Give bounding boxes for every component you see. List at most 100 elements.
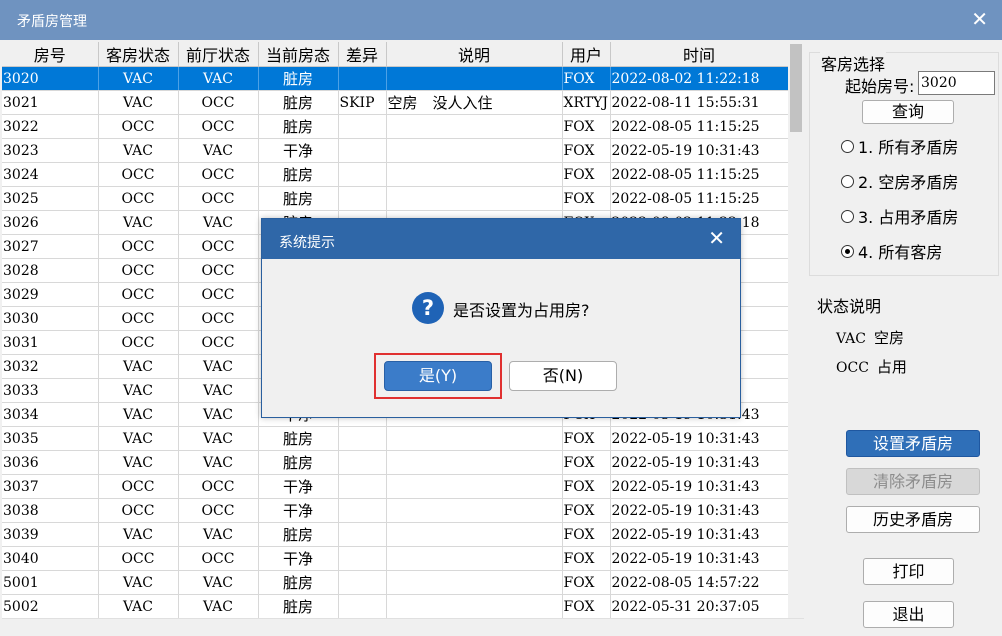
- col-header-user[interactable]: 用户: [562, 42, 611, 67]
- radio-vacant-conflict[interactable]: 2. 空房矛盾房: [841, 169, 958, 193]
- print-button[interactable]: 打印: [863, 558, 954, 585]
- exit-button[interactable]: 退出: [863, 601, 954, 628]
- cell-current-status: 干净: [258, 474, 339, 499]
- table-row[interactable]: 5002 VAC VAC 脏房 FOX 2022-05-31 20:37:05: [2, 594, 788, 618]
- question-icon: ?: [412, 292, 444, 324]
- cell-time: 2022-08-05 11:15:25: [610, 114, 788, 139]
- cell-housekeeping-status: OCC: [98, 498, 179, 523]
- cell-note: [386, 522, 563, 547]
- cell-room: 3035: [2, 426, 99, 451]
- cell-room: 3030: [2, 306, 99, 331]
- table-row[interactable]: 3022 OCC OCC 脏房 FOX 2022-08-05 11:15:25: [2, 114, 788, 139]
- col-header-time[interactable]: 时间: [610, 42, 788, 67]
- cell-room: 3022: [2, 114, 99, 139]
- col-header-current-status[interactable]: 当前房态: [258, 42, 339, 67]
- col-header-housekeeping-status[interactable]: 客房状态: [98, 42, 179, 67]
- cell-frontdesk-status: OCC: [178, 306, 259, 331]
- table-row[interactable]: 3020 VAC VAC 脏房 FOX 2022-08-02 11:22:18: [2, 66, 788, 91]
- radio-dot: [841, 139, 854, 153]
- radio-label: 2. 空房矛盾房: [858, 173, 959, 192]
- cell-frontdesk-status: VAC: [178, 66, 259, 91]
- confirm-dialog: 系统提示 ✕ ? 是否设置为占用房? 是(Y) 否(N): [261, 218, 741, 418]
- status-legend-occ: OCC 占用: [836, 358, 907, 376]
- cell-room: 3025: [2, 186, 99, 211]
- radio-all-rooms[interactable]: 4. 所有客房: [841, 239, 942, 263]
- window-close-icon[interactable]: ✕: [971, 7, 988, 31]
- cell-diff: [338, 450, 387, 475]
- clear-conflict-button[interactable]: 清除矛盾房: [846, 468, 980, 495]
- table-row[interactable]: 3039 VAC VAC 脏房 FOX 2022-05-19 10:31:43: [2, 522, 788, 547]
- cell-user: FOX: [562, 594, 611, 618]
- table-row[interactable]: 3025 OCC OCC 脏房 FOX 2022-08-05 11:15:25: [2, 186, 788, 211]
- set-conflict-button[interactable]: 设置矛盾房: [846, 430, 980, 457]
- cell-time: 2022-08-05 14:57:22: [610, 570, 788, 595]
- history-conflict-button[interactable]: 历史矛盾房: [846, 506, 980, 533]
- cell-room: 5002: [2, 594, 99, 618]
- no-button[interactable]: 否(N): [509, 361, 617, 391]
- table-row[interactable]: 5001 VAC VAC 脏房 FOX 2022-08-05 14:57:22: [2, 570, 788, 595]
- dialog-close-icon[interactable]: ✕: [708, 226, 725, 250]
- cell-diff: [338, 546, 387, 571]
- cell-frontdesk-status: VAC: [178, 450, 259, 475]
- cell-room: 3036: [2, 450, 99, 475]
- table-row[interactable]: 3038 OCC OCC 干净 FOX 2022-05-19 10:31:43: [2, 498, 788, 523]
- cell-diff: [338, 498, 387, 523]
- cell-housekeeping-status: OCC: [98, 282, 179, 307]
- cell-room: 3024: [2, 162, 99, 187]
- cell-time: 2022-08-02 11:22:18: [610, 66, 788, 91]
- cell-user: FOX: [562, 570, 611, 595]
- col-header-note[interactable]: 说明: [386, 42, 563, 67]
- cell-time: 2022-05-19 10:31:43: [610, 426, 788, 451]
- cell-room: 3038: [2, 498, 99, 523]
- cell-frontdesk-status: OCC: [178, 282, 259, 307]
- radio-label: 3. 占用矛盾房: [858, 208, 959, 227]
- table-row[interactable]: 3021 VAC OCC 脏房 SKIP 空房 没人入住 XRTYJ 2022-08-11 1…: [2, 90, 788, 115]
- table-row[interactable]: 3040 OCC OCC 干净 FOX 2022-05-19 10:31:43: [2, 546, 788, 571]
- cell-current-status: 脏房: [258, 426, 339, 451]
- cell-note: [386, 498, 563, 523]
- table-row[interactable]: 3037 OCC OCC 干净 FOX 2022-05-19 10:31:43: [2, 474, 788, 499]
- radio-dot: [841, 174, 854, 188]
- cell-frontdesk-status: OCC: [178, 474, 259, 499]
- start-room-input[interactable]: 3020: [918, 71, 995, 95]
- cell-note: [386, 162, 563, 187]
- cell-housekeeping-status: OCC: [98, 234, 179, 259]
- cell-diff: [338, 426, 387, 451]
- yes-button[interactable]: 是(Y): [384, 361, 492, 391]
- radio-all-conflict[interactable]: 1. 所有矛盾房: [841, 134, 958, 158]
- cell-housekeeping-status: VAC: [98, 210, 179, 235]
- vertical-scrollbar[interactable]: [788, 42, 804, 618]
- cell-user: FOX: [562, 138, 611, 163]
- cell-housekeeping-status: VAC: [98, 138, 179, 163]
- horizontal-scrollbar[interactable]: [2, 618, 804, 634]
- table-row[interactable]: 3023 VAC VAC 干净 FOX 2022-05-19 10:31:43: [2, 138, 788, 163]
- col-header-room[interactable]: 房号: [2, 42, 99, 67]
- cell-housekeeping-status: VAC: [98, 594, 179, 618]
- cell-note: [386, 474, 563, 499]
- cell-user: FOX: [562, 66, 611, 91]
- vertical-scrollbar-thumb[interactable]: [790, 44, 802, 132]
- cell-frontdesk-status: OCC: [178, 162, 259, 187]
- cell-housekeeping-status: VAC: [98, 354, 179, 379]
- cell-current-status: 脏房: [258, 570, 339, 595]
- table-row[interactable]: 3036 VAC VAC 脏房 FOX 2022-05-19 10:31:43: [2, 450, 788, 475]
- radio-label: 4. 所有客房: [858, 243, 943, 262]
- cell-frontdesk-status: OCC: [178, 234, 259, 259]
- col-header-frontdesk-status[interactable]: 前厅状态: [178, 42, 259, 67]
- cell-frontdesk-status: VAC: [178, 138, 259, 163]
- query-button[interactable]: 查询: [862, 100, 954, 124]
- cell-note: 空房 没人入住: [386, 90, 563, 115]
- table-row[interactable]: 3024 OCC OCC 脏房 FOX 2022-08-05 11:15:25: [2, 162, 788, 187]
- cell-frontdesk-status: OCC: [178, 90, 259, 115]
- cell-current-status: 脏房: [258, 522, 339, 547]
- cell-time: 2022-08-05 11:15:25: [610, 162, 788, 187]
- cell-housekeeping-status: VAC: [98, 570, 179, 595]
- cell-user: XRTYJ: [562, 90, 611, 115]
- cell-diff: [338, 570, 387, 595]
- cell-diff: [338, 162, 387, 187]
- cell-room: 3033: [2, 378, 99, 403]
- table-row[interactable]: 3035 VAC VAC 脏房 FOX 2022-05-19 10:31:43: [2, 426, 788, 451]
- radio-occupied-conflict[interactable]: 3. 占用矛盾房: [841, 204, 958, 228]
- col-header-diff[interactable]: 差异: [338, 42, 387, 67]
- cell-frontdesk-status: VAC: [178, 402, 259, 427]
